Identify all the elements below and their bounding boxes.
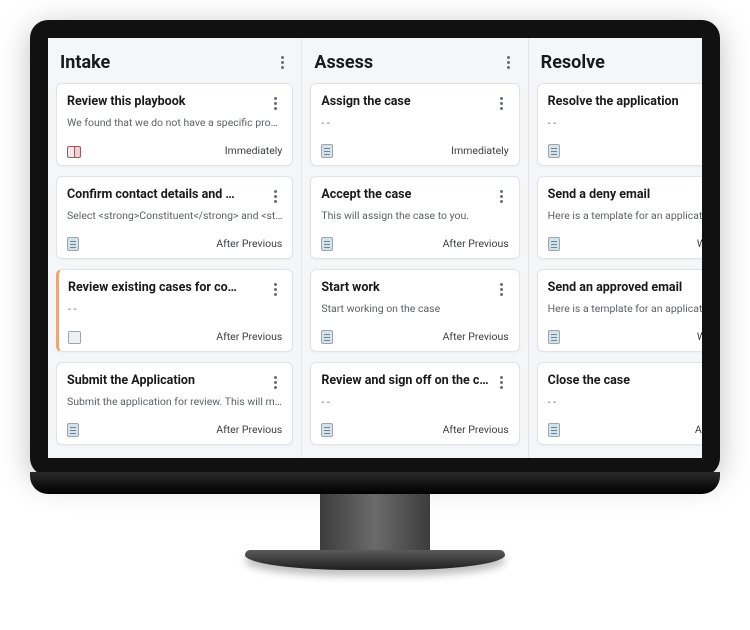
- card-title: Submit the Application: [67, 373, 262, 388]
- card-title: Review and sign off on the c…: [321, 373, 488, 388]
- card-title: Confirm contact details and …: [67, 187, 262, 202]
- card-timing: With Previous: [697, 330, 702, 343]
- card-timing: After Previous: [695, 423, 702, 436]
- queue-header: Resolve: [529, 38, 702, 83]
- kebab-icon[interactable]: [275, 54, 289, 72]
- card-timing: After Previous: [443, 423, 509, 436]
- page-icon: [321, 329, 337, 343]
- book-icon: [67, 143, 83, 157]
- card[interactable]: Resolve the application - - Immediately: [537, 83, 702, 166]
- queue-header: Assess: [302, 38, 527, 83]
- card[interactable]: Assign the case - - Immediately: [310, 83, 519, 166]
- card[interactable]: Accept the case This will assign the cas…: [310, 176, 519, 259]
- card[interactable]: Review and sign off on the c… - - After …: [310, 362, 519, 445]
- queue-title: Resolve: [541, 52, 605, 73]
- card-description: - -: [68, 302, 282, 315]
- queue-assess: Assess Assign the case - - Immediately: [302, 38, 528, 458]
- card-timing: Immediately: [451, 144, 509, 157]
- kebab-icon[interactable]: [495, 373, 509, 391]
- card[interactable]: Review this playbook We found that we do…: [56, 83, 293, 166]
- card-description: Select <strong>Constituent</strong> and …: [67, 209, 282, 222]
- card-description: - -: [321, 116, 508, 129]
- kebab-icon[interactable]: [268, 187, 282, 205]
- kebab-icon[interactable]: [495, 280, 509, 298]
- card-timing: After Previous: [443, 330, 509, 343]
- cube-icon: [68, 329, 84, 343]
- page-icon: [321, 422, 337, 436]
- kebab-icon[interactable]: [495, 94, 509, 112]
- card[interactable]: Review existing cases for co… - - After …: [56, 269, 293, 352]
- page-icon: [548, 422, 564, 436]
- kebab-icon[interactable]: [268, 94, 282, 112]
- card-title: Review this playbook: [67, 94, 262, 109]
- card-description: Here is a template for an application th…: [548, 302, 702, 315]
- queue-intake: Intake Review this playbook We found tha…: [48, 38, 302, 458]
- page-icon: [67, 236, 83, 250]
- card-description: Start working on the case: [321, 302, 508, 315]
- card-list: Assign the case - - Immediately Accept t…: [302, 83, 527, 453]
- kebab-icon[interactable]: [495, 187, 509, 205]
- card-title: Start work: [321, 280, 488, 295]
- card-description: Submit the application for review. This …: [67, 395, 282, 408]
- card-title: Send a deny email: [548, 187, 702, 202]
- monitor-neck: [320, 494, 430, 550]
- page-icon: [548, 329, 564, 343]
- card[interactable]: Start work Start working on the case Aft…: [310, 269, 519, 352]
- card-description: This will assign the case to you.: [321, 209, 508, 222]
- card-title: Review existing cases for co…: [68, 280, 262, 295]
- card-list: Resolve the application - - Immediately …: [529, 83, 702, 453]
- queue-resolve: Resolve Resolve the application - - Imme…: [529, 38, 702, 458]
- monitor-base: [245, 550, 505, 570]
- monitor-frame: Intake Review this playbook We found tha…: [30, 20, 720, 570]
- queue-title: Intake: [60, 52, 110, 73]
- card-timing: After Previous: [443, 237, 509, 250]
- card[interactable]: Send a deny email Here is a template for…: [537, 176, 702, 259]
- card[interactable]: Close the case - - After Previous: [537, 362, 702, 445]
- page-icon: [321, 143, 337, 157]
- card-title: Send an approved email: [548, 280, 702, 295]
- card[interactable]: Confirm contact details and … Select <st…: [56, 176, 293, 259]
- card-description: - -: [321, 395, 508, 408]
- card-timing: After Previous: [216, 423, 282, 436]
- card-timing: With Previous: [697, 237, 702, 250]
- card-timing: After Previous: [216, 237, 282, 250]
- card-list: Review this playbook We found that we do…: [48, 83, 301, 453]
- page-icon: [67, 422, 83, 436]
- card-title: Resolve the application: [548, 94, 702, 109]
- card-description: We found that we do not have a specific …: [67, 116, 282, 129]
- queue-title: Assess: [314, 52, 373, 73]
- kebab-icon[interactable]: [502, 54, 516, 72]
- page-icon: [321, 236, 337, 250]
- kebab-icon[interactable]: [268, 373, 282, 391]
- page-icon: [548, 143, 564, 157]
- card-title: Accept the case: [321, 187, 488, 202]
- card-timing: After Previous: [216, 330, 282, 343]
- monitor-bezel: Intake Review this playbook We found tha…: [30, 20, 720, 476]
- card-title: Assign the case: [321, 94, 488, 109]
- card[interactable]: Send an approved email Here is a templat…: [537, 269, 702, 352]
- card-description: - -: [548, 116, 702, 129]
- monitor-chin: [30, 472, 720, 494]
- queue-header: Intake: [48, 38, 301, 83]
- card-description: Here is a template for an application th…: [548, 209, 702, 222]
- kebab-icon[interactable]: [268, 280, 282, 298]
- card-timing: Immediately: [225, 144, 283, 157]
- card[interactable]: Submit the Application Submit the applic…: [56, 362, 293, 445]
- card-title: Close the case: [548, 373, 702, 388]
- card-description: - -: [548, 395, 702, 408]
- page-icon: [548, 236, 564, 250]
- app-screen: Intake Review this playbook We found tha…: [48, 38, 702, 458]
